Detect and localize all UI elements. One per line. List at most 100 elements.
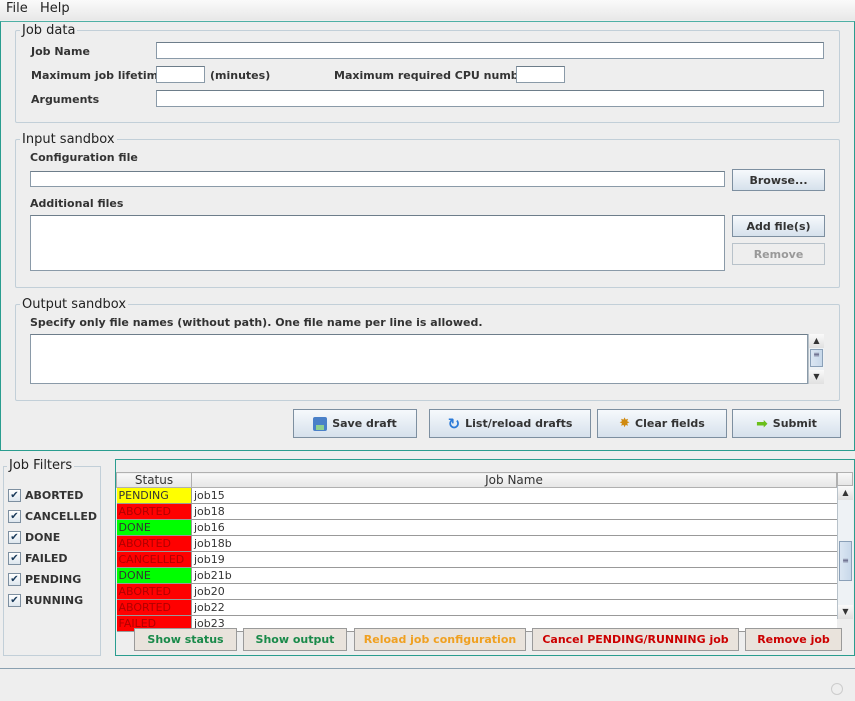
submit-label: Submit	[772, 417, 817, 430]
save-draft-label: Save draft	[332, 417, 397, 430]
status-cell[interactable]: ABORTED	[116, 599, 192, 616]
filter-pending[interactable]: ✔ PENDING	[8, 573, 81, 586]
status-cell[interactable]: CANCELLED	[116, 551, 192, 568]
filter-label: DONE	[25, 531, 61, 544]
job-name-cell[interactable]: job21b	[191, 567, 837, 584]
remove-job-button[interactable]: Remove job	[745, 628, 842, 651]
reload-job-config-label: Reload job configuration	[363, 633, 517, 646]
sparkle-icon: ✸	[619, 416, 631, 431]
save-draft-button[interactable]: Save draft	[293, 409, 417, 438]
job-name-cell[interactable]: job22	[191, 599, 837, 616]
checkbox-icon[interactable]: ✔	[8, 573, 21, 586]
cpu-input[interactable]	[516, 66, 565, 83]
checkbox-icon[interactable]: ✔	[8, 594, 21, 607]
checkbox-icon[interactable]: ✔	[8, 531, 21, 544]
job-name-cell[interactable]: job18	[191, 503, 837, 520]
list-reload-label: List/reload drafts	[465, 417, 573, 430]
filter-label: FAILED	[25, 552, 68, 565]
config-file-input[interactable]	[30, 171, 725, 187]
cpu-label: Maximum required CPU number	[334, 69, 532, 82]
table-row[interactable]: ABORTED job18	[116, 503, 837, 520]
table-row[interactable]: CANCELLED job19	[116, 551, 837, 568]
checkbox-icon[interactable]: ✔	[8, 552, 21, 565]
job-name-input[interactable]	[156, 42, 824, 59]
remove-job-label: Remove job	[757, 633, 830, 646]
add-files-button[interactable]: Add file(s)	[732, 215, 825, 237]
filter-aborted[interactable]: ✔ ABORTED	[8, 489, 83, 502]
table-row[interactable]: DONE job21b	[116, 567, 837, 584]
show-output-button[interactable]: Show output	[243, 628, 347, 651]
column-header-job-name[interactable]: Job Name	[191, 472, 837, 488]
scroll-down-icon[interactable]: ▼	[809, 370, 824, 384]
clear-fields-button[interactable]: ✸ Clear fields	[597, 409, 727, 438]
input-sandbox-title: Input sandbox	[22, 132, 115, 147]
floppy-icon	[313, 416, 328, 431]
output-hint: Specify only file names (without path). …	[30, 316, 483, 329]
job-name-cell[interactable]: job15	[191, 487, 837, 504]
job-name-cell[interactable]: job19	[191, 551, 837, 568]
submit-button[interactable]: ➡ Submit	[732, 409, 841, 438]
scroll-up-icon[interactable]: ▲	[809, 334, 824, 348]
lifetime-unit: (minutes)	[210, 69, 271, 82]
menu-file[interactable]: File	[6, 1, 28, 16]
browse-button[interactable]: Browse...	[732, 169, 825, 191]
remove-file-label: Remove	[753, 247, 804, 261]
menu-bar: File Help	[0, 0, 855, 20]
filter-label: ABORTED	[25, 489, 84, 502]
show-output-label: Show output	[255, 633, 335, 646]
status-cell[interactable]: DONE	[116, 519, 192, 536]
browse-label: Browse...	[749, 173, 808, 187]
list-reload-drafts-button[interactable]: ↻ List/reload drafts	[429, 409, 591, 438]
output-sandbox-title: Output sandbox	[22, 297, 127, 312]
show-status-label: Show status	[147, 633, 224, 646]
job-name-cell[interactable]: job18b	[191, 535, 837, 552]
additional-files-list[interactable]	[30, 215, 725, 271]
column-header-status[interactable]: Status	[116, 472, 192, 488]
config-file-label: Configuration file	[30, 151, 138, 164]
table-row[interactable]: PENDING job15	[116, 487, 837, 504]
jobs-table: Status Job Name PENDING job15 ABORTED job18…	[116, 472, 837, 632]
table-row[interactable]: ABORTED job18b	[116, 535, 837, 552]
job-name-cell[interactable]: job20	[191, 583, 837, 600]
status-cell[interactable]: DONE	[116, 567, 192, 584]
menu-help[interactable]: Help	[40, 1, 70, 16]
cancel-job-button[interactable]: Cancel PENDING/RUNNING job	[532, 628, 739, 651]
checkbox-icon[interactable]: ✔	[8, 510, 21, 523]
lifetime-input[interactable]	[156, 66, 205, 83]
arrow-right-icon: ➡	[756, 415, 768, 432]
status-cell[interactable]: PENDING	[116, 487, 192, 504]
table-row[interactable]: ABORTED job20	[116, 583, 837, 600]
filter-label: PENDING	[25, 573, 82, 586]
filter-running[interactable]: ✔ RUNNING	[8, 594, 83, 607]
output-files-textarea[interactable]	[30, 334, 808, 384]
output-scrollbar[interactable]: ▲ ≡ ▼	[808, 334, 824, 384]
status-cell[interactable]: ABORTED	[116, 503, 192, 520]
table-row[interactable]: DONE job16	[116, 519, 837, 536]
clear-fields-label: Clear fields	[635, 417, 705, 430]
filter-failed[interactable]: ✔ FAILED	[8, 552, 68, 565]
scroll-down-icon[interactable]: ▼	[838, 605, 853, 619]
scroll-up-icon[interactable]: ▲	[838, 486, 853, 500]
status-cell[interactable]: ABORTED	[116, 583, 192, 600]
checkbox-icon[interactable]: ✔	[8, 489, 21, 502]
arguments-input[interactable]	[156, 90, 824, 107]
job-name-cell[interactable]: job16	[191, 519, 837, 536]
additional-files-label: Additional files	[30, 197, 124, 210]
scroll-thumb[interactable]: ≡	[810, 349, 823, 367]
table-row[interactable]: ABORTED job22	[116, 599, 837, 616]
add-files-label: Add file(s)	[746, 219, 811, 233]
arguments-label: Arguments	[31, 93, 100, 106]
job-data-title: Job data	[22, 23, 76, 38]
table-corner	[837, 472, 853, 486]
scroll-thumb[interactable]: ≡	[839, 541, 852, 581]
reload-job-config-button[interactable]: Reload job configuration	[354, 628, 526, 651]
status-cell[interactable]: ABORTED	[116, 535, 192, 552]
filter-done[interactable]: ✔ DONE	[8, 531, 60, 544]
filter-label: CANCELLED	[25, 510, 98, 523]
job-filters-title: Job Filters	[7, 458, 75, 473]
remove-file-button[interactable]: Remove	[732, 243, 825, 265]
show-status-button[interactable]: Show status	[134, 628, 237, 651]
lifetime-label: Maximum job lifetime	[31, 69, 166, 82]
jobs-scrollbar[interactable]: ▲ ≡ ▼	[837, 486, 853, 619]
filter-cancelled[interactable]: ✔ CANCELLED	[8, 510, 97, 523]
